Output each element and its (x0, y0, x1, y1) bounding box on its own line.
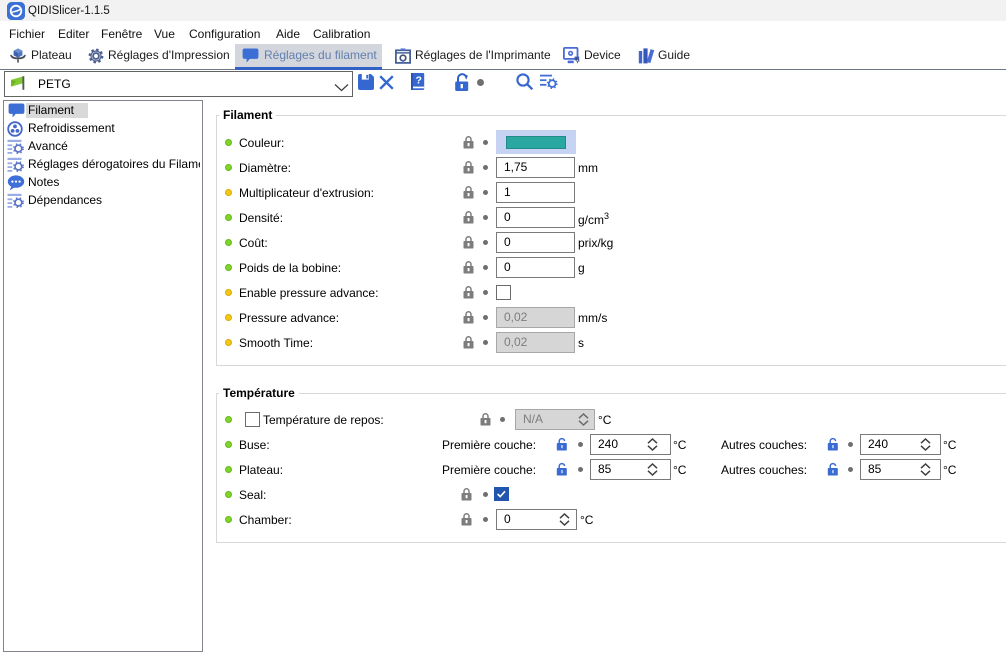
svg-text:?: ? (415, 75, 421, 87)
